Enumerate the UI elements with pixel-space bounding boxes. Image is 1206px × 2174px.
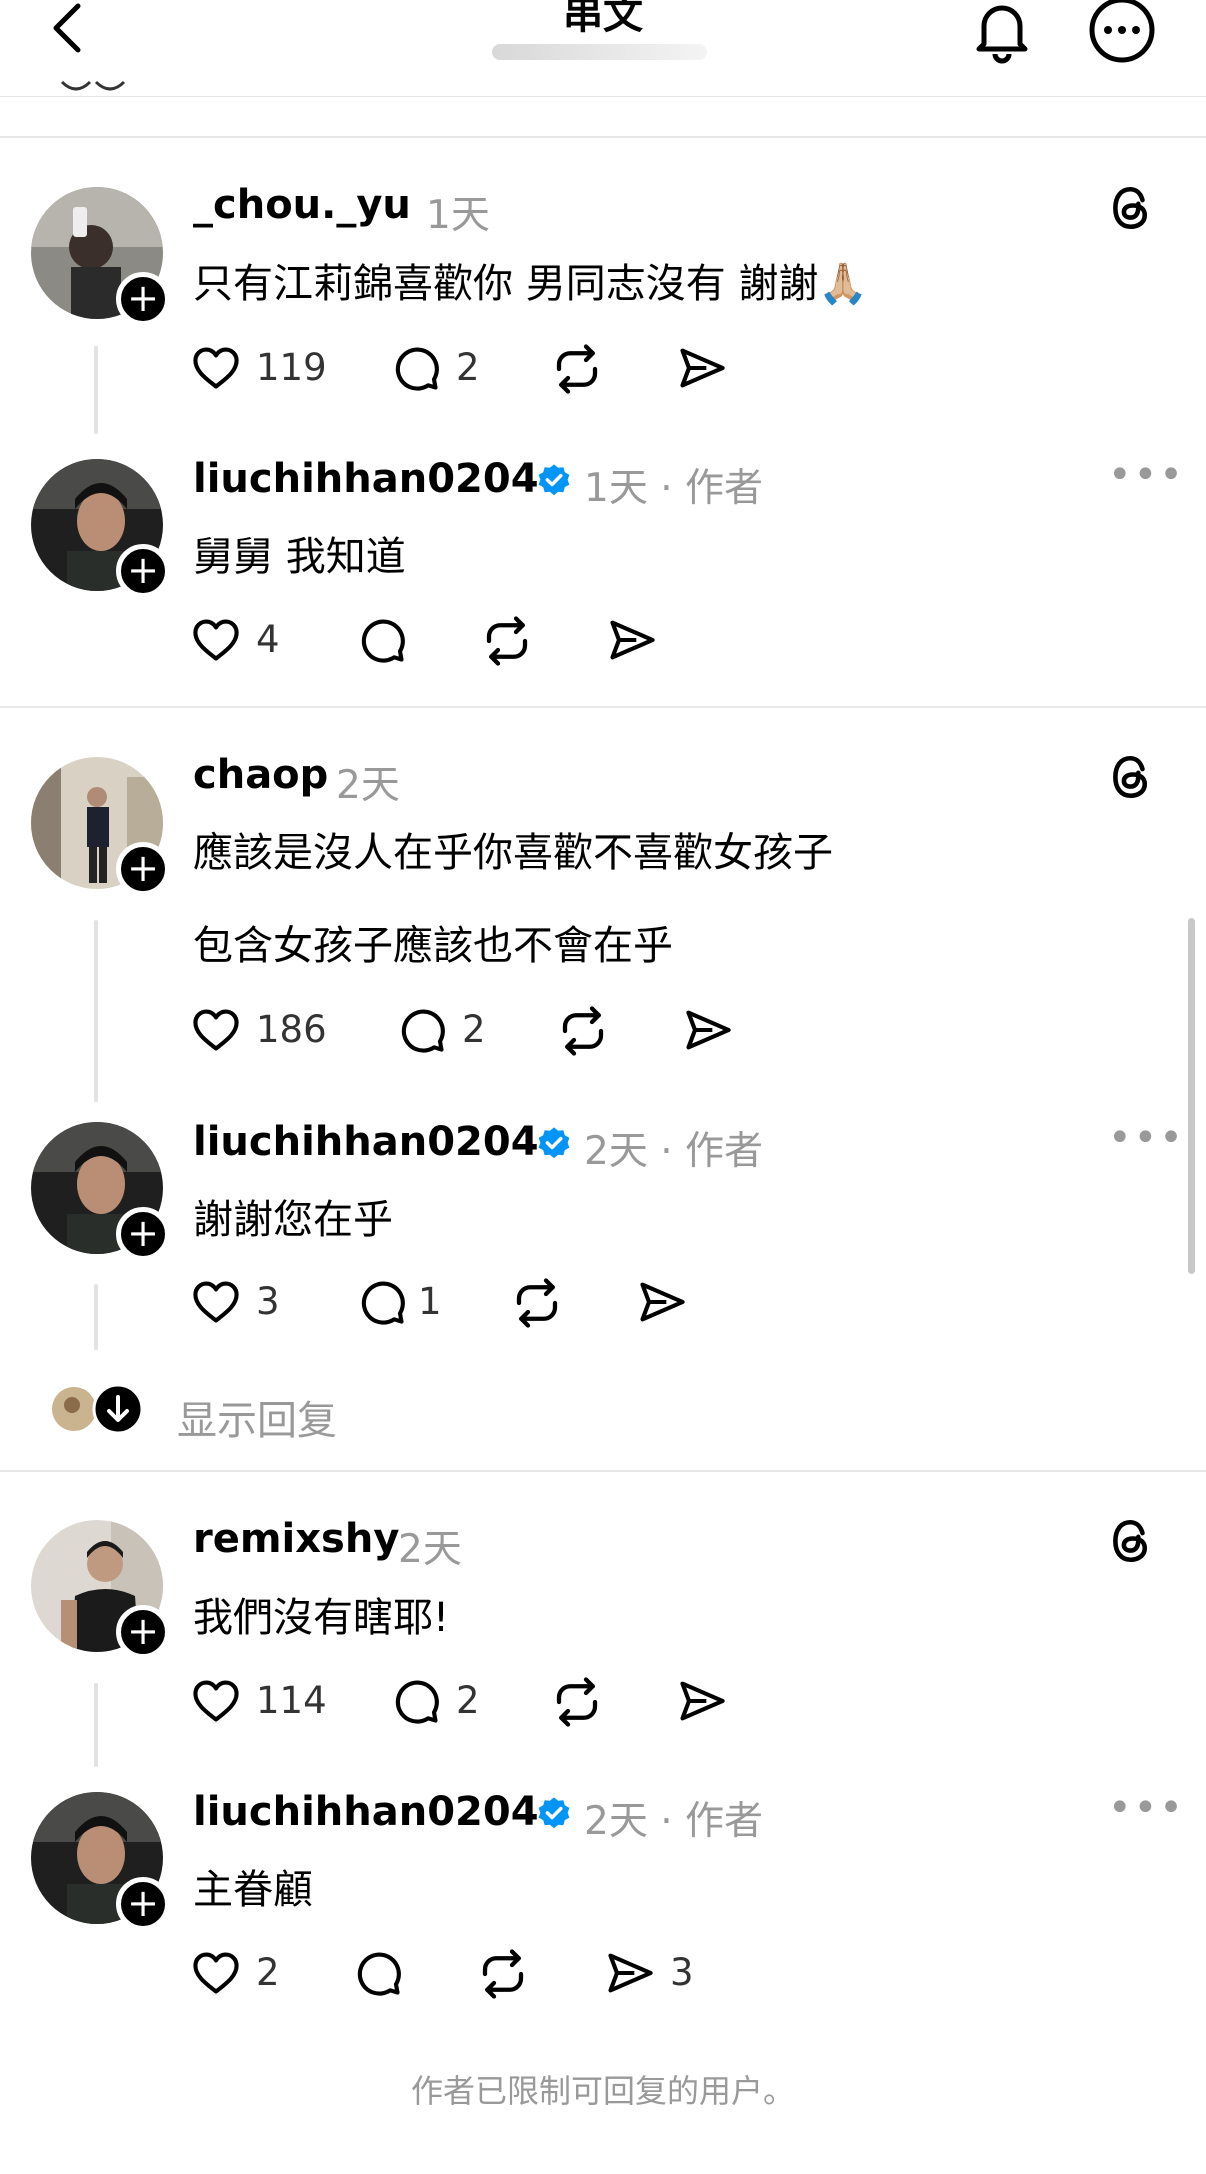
like-count: 2 — [256, 1951, 280, 1994]
verified-icon — [535, 1125, 573, 1163]
share-count: 3 — [670, 1951, 694, 1994]
timestamp-author: 2天 · 作者 — [584, 1799, 764, 1844]
share-icon[interactable] — [676, 1675, 728, 1727]
divider — [0, 706, 1206, 708]
timestamp: 2天 — [336, 763, 400, 808]
follow-plus-icon[interactable]: + — [116, 842, 170, 896]
comment-text: 我們沒有瞎耶! — [193, 1595, 450, 1641]
username[interactable]: liuchihhan0204 — [193, 1789, 539, 1835]
reply-restriction-notice: 作者已限制可回复的用户。 — [410, 2072, 795, 2110]
timestamp-author: 1天 · 作者 — [584, 466, 764, 511]
follow-plus-icon[interactable]: + — [116, 1877, 170, 1931]
heart-icon[interactable] — [190, 1675, 242, 1727]
comment-text: 只有江莉錦喜歡你 男同志沒有 謝謝🙏🏼 — [193, 261, 869, 307]
more-options-icon[interactable]: ••• — [1108, 452, 1185, 498]
scrollbar[interactable] — [1188, 918, 1195, 1274]
follow-plus-icon[interactable]: + — [116, 544, 170, 598]
comment-icon[interactable] — [390, 1675, 442, 1727]
repost-icon[interactable] — [510, 1276, 564, 1330]
more-options-icon[interactable]: ••• — [1108, 1115, 1185, 1161]
like-count: 119 — [256, 346, 327, 389]
divider — [0, 136, 1206, 138]
reply-avatars[interactable] — [50, 1383, 150, 1435]
verified-icon — [535, 462, 573, 500]
action-bar: 2 3 — [190, 1945, 790, 2001]
comment-text: 應該是沒人在乎你喜歡不喜歡女孩子 — [193, 830, 833, 876]
comment-icon[interactable] — [396, 1004, 448, 1056]
username[interactable]: liuchihhan0204 — [193, 456, 539, 502]
share-icon[interactable] — [604, 1947, 656, 1999]
heart-icon[interactable] — [190, 342, 242, 394]
thread-line — [94, 1284, 98, 1350]
action-bar: 4 — [190, 612, 790, 668]
more-icon[interactable] — [1086, 0, 1158, 66]
repost-icon[interactable] — [480, 614, 534, 668]
thread-line — [94, 920, 98, 1102]
reply-text: 主眷顧 — [193, 1867, 313, 1913]
reply-count: 1 — [418, 1280, 442, 1323]
repost-icon[interactable] — [550, 342, 604, 396]
more-options-icon[interactable]: ••• — [1108, 1785, 1185, 1831]
reply-text: 謝謝您在乎 — [193, 1197, 393, 1243]
share-icon[interactable] — [636, 1276, 688, 1328]
username[interactable]: _chou._yu — [193, 182, 411, 228]
like-count: 4 — [256, 618, 280, 661]
follow-plus-icon[interactable]: + — [116, 1605, 170, 1659]
heart-icon[interactable] — [190, 1004, 242, 1056]
share-icon[interactable] — [676, 342, 728, 394]
timestamp: 1天 — [426, 193, 490, 238]
reply-count: 2 — [456, 1679, 480, 1722]
username[interactable]: remixshy — [193, 1516, 399, 1562]
reply-count: 2 — [462, 1008, 486, 1051]
verified-icon — [535, 1795, 573, 1833]
comment-icon[interactable] — [356, 1276, 408, 1328]
heart-icon[interactable] — [190, 1947, 242, 1999]
comment-icon[interactable] — [356, 614, 408, 666]
comment-icon[interactable] — [390, 342, 442, 394]
timestamp-author: 2天 · 作者 — [584, 1129, 764, 1174]
avatar-stack-peek — [60, 80, 126, 91]
threads-logo-icon[interactable] — [1106, 1516, 1156, 1566]
username[interactable]: chaop — [193, 752, 328, 798]
repost-icon[interactable] — [476, 1947, 530, 2001]
timestamp: 2天 — [398, 1527, 462, 1572]
comment-icon[interactable] — [352, 1947, 404, 1999]
bell-icon[interactable] — [970, 0, 1034, 64]
follow-plus-icon[interactable]: + — [116, 1207, 170, 1261]
thread-line — [94, 346, 98, 434]
action-bar: 3 1 — [190, 1274, 790, 1330]
follow-plus-icon[interactable]: + — [116, 272, 170, 326]
share-icon[interactable] — [682, 1004, 734, 1056]
username[interactable]: liuchihhan0204 — [193, 1119, 539, 1165]
threads-logo-icon[interactable] — [1106, 183, 1156, 233]
reply-count: 2 — [456, 346, 480, 389]
show-replies-link[interactable]: 显示回复 — [177, 1388, 337, 1446]
thread-line — [94, 1683, 98, 1767]
comment-text-line2: 包含女孩子應該也不會在乎 — [193, 923, 673, 969]
like-count: 186 — [256, 1008, 327, 1051]
action-bar: 119 2 — [190, 340, 790, 396]
top-bar: 串文 — [0, 0, 1206, 97]
heart-icon[interactable] — [190, 1276, 242, 1328]
reply-text: 舅舅 我知道 — [193, 534, 406, 580]
threads-logo-icon[interactable] — [1106, 752, 1156, 802]
divider — [0, 1470, 1206, 1472]
share-icon[interactable] — [606, 614, 658, 666]
heart-icon[interactable] — [190, 614, 242, 666]
action-bar: 186 2 — [190, 1002, 790, 1058]
like-count: 3 — [256, 1280, 280, 1323]
title-subtext-blur — [492, 44, 707, 60]
down-arrow-icon — [92, 1383, 144, 1435]
avatar — [52, 1387, 96, 1431]
repost-icon[interactable] — [556, 1004, 610, 1058]
repost-icon[interactable] — [550, 1675, 604, 1729]
like-count: 114 — [256, 1679, 327, 1722]
action-bar: 114 2 — [190, 1673, 790, 1729]
